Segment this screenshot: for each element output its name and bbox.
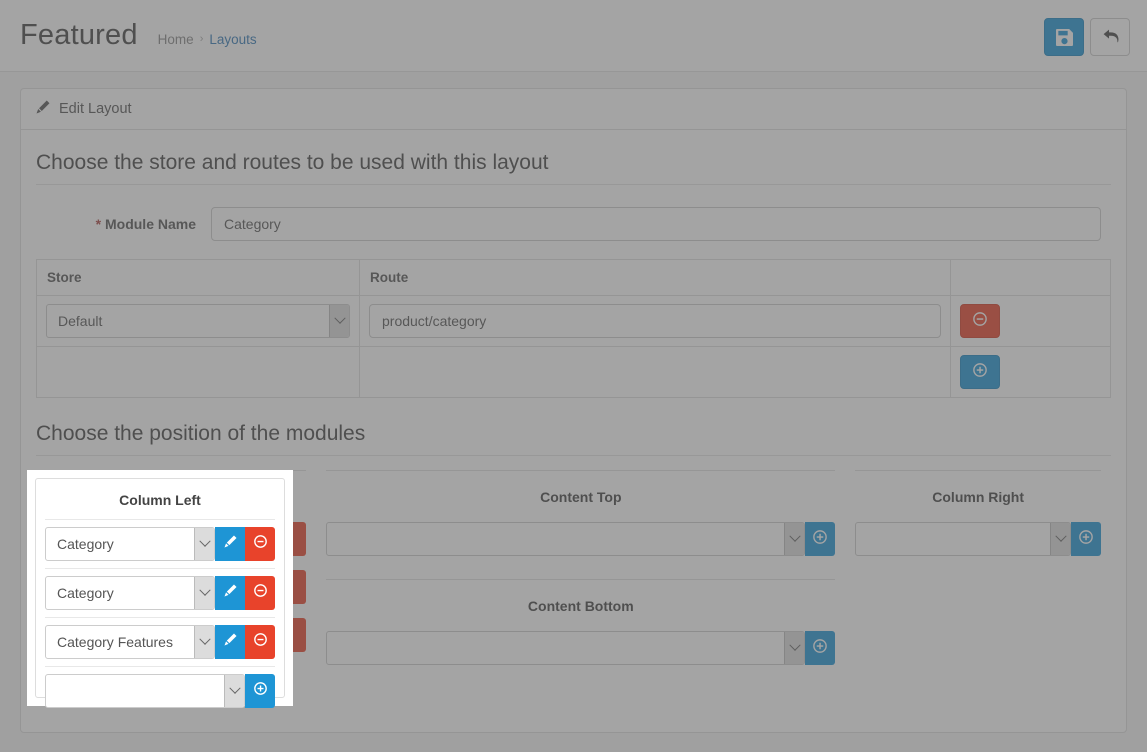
store-section-legend: Choose the store and routes to be used w… [36, 151, 1111, 185]
minus-circle-icon [253, 633, 267, 651]
minus-circle-icon [973, 311, 987, 331]
content-top-select-value [327, 523, 784, 555]
content-top-title: Content Top [326, 470, 836, 515]
column-left-widget: Column Left Category Category Category F… [35, 478, 285, 708]
routes-table-header-row: Store Route [36, 259, 1111, 296]
list-item-add [326, 624, 836, 672]
column-right-title: Column Right [855, 470, 1101, 515]
plus-circle-icon [253, 682, 267, 700]
route-input[interactable] [369, 304, 941, 338]
list-item-add [45, 666, 275, 715]
position-column-right: Column Right [845, 470, 1111, 672]
routes-add-cell [950, 346, 1111, 398]
module-select-3[interactable]: Category Features [45, 625, 215, 659]
module-name-label-text: Module Name [104, 216, 196, 232]
header-actions [1044, 18, 1130, 56]
list-item-add [326, 515, 836, 563]
chevron-down-icon [784, 632, 805, 664]
reply-arrow-icon [1102, 29, 1119, 46]
module-select-1-value: Category [57, 536, 114, 552]
floppy-disk-icon [1055, 28, 1073, 46]
module-select-2-value: Category [57, 585, 114, 601]
table-row: Default [36, 295, 1111, 347]
list-item: Category [45, 519, 275, 568]
add-module-button[interactable] [245, 674, 275, 708]
chevron-down-icon [1050, 523, 1070, 555]
plus-circle-icon [1079, 529, 1093, 549]
chevron-down-icon [194, 528, 214, 560]
pencil-icon [36, 100, 50, 118]
column-right-select-value [856, 523, 1050, 555]
remove-module-button-3[interactable] [245, 625, 275, 659]
edit-module-button-2[interactable] [215, 576, 245, 610]
list-item: Category Features [45, 617, 275, 666]
column-left-title-highlighted: Column Left [119, 492, 201, 508]
routes-add-spacer-store [36, 346, 360, 398]
plus-circle-icon [973, 362, 987, 382]
breadcrumb-separator-icon: › [199, 33, 204, 45]
breadcrumb: Home › Layouts [158, 25, 257, 47]
routes-col-actions [950, 259, 1111, 296]
remove-route-button[interactable] [960, 304, 1000, 338]
minus-circle-icon [253, 584, 267, 602]
routes-cell-actions [950, 295, 1111, 347]
chevron-down-icon [194, 626, 214, 658]
edit-module-button-1[interactable] [215, 527, 245, 561]
page-title: Featured [20, 19, 138, 51]
add-module-button[interactable] [805, 522, 836, 556]
table-row-add [36, 346, 1111, 398]
add-module-button[interactable] [805, 631, 836, 665]
add-route-button[interactable] [960, 355, 1000, 389]
add-module-select[interactable] [45, 674, 245, 708]
store-select[interactable]: Default [46, 304, 350, 338]
module-select-2[interactable]: Category [45, 576, 215, 610]
module-select-3-value: Category Features [57, 634, 173, 650]
remove-module-button-1[interactable] [245, 527, 275, 561]
routes-cell-store: Default [36, 295, 360, 347]
back-button[interactable] [1090, 18, 1130, 56]
chevron-down-icon [194, 577, 214, 609]
chevron-down-icon [784, 523, 805, 555]
plus-circle-icon [813, 638, 828, 658]
list-item: Category [45, 568, 275, 617]
minus-circle-icon [253, 535, 267, 553]
position-column-content: Content Top Content Bottom [316, 470, 845, 672]
module-name-label: * Module Name [36, 216, 211, 232]
module-name-group: * Module Name [36, 207, 1111, 241]
pencil-icon [223, 633, 237, 651]
routes-table: Store Route Default [36, 259, 1111, 398]
page-root: Featured Home › Layouts Edit Layout Choo… [0, 0, 1147, 752]
content-bottom-select[interactable] [326, 631, 806, 665]
required-marker: * [95, 216, 102, 232]
remove-module-button-2[interactable] [245, 576, 275, 610]
edit-module-button-3[interactable] [215, 625, 245, 659]
routes-add-spacer-route [359, 346, 951, 398]
pencil-icon [223, 535, 237, 553]
content-bottom-select-value [327, 632, 784, 664]
list-item-add [855, 515, 1101, 563]
add-module-button[interactable] [1071, 522, 1101, 556]
column-right-select[interactable] [855, 522, 1071, 556]
routes-col-route: Route [359, 259, 951, 296]
panel-heading-label: Edit Layout [59, 101, 132, 117]
store-select-value: Default [58, 313, 103, 329]
panel-heading: Edit Layout [21, 89, 1126, 130]
highlighted-column-left: Column Left Category Category Category F… [27, 470, 293, 708]
position-section-legend: Choose the position of the modules [36, 422, 1111, 456]
breadcrumb-item-layouts[interactable]: Layouts [209, 32, 256, 47]
content-top-select[interactable] [326, 522, 806, 556]
breadcrumb-item-home[interactable]: Home [158, 32, 194, 47]
plus-circle-icon [813, 529, 828, 549]
chevron-down-icon [329, 305, 349, 337]
chevron-down-icon [224, 675, 244, 707]
module-name-input[interactable] [211, 207, 1101, 241]
pencil-icon [223, 584, 237, 602]
routes-cell-route [359, 295, 951, 347]
routes-col-store: Store [36, 259, 360, 296]
save-button[interactable] [1044, 18, 1084, 56]
page-header: Featured Home › Layouts [0, 0, 1147, 72]
content-bottom-title: Content Bottom [326, 579, 836, 624]
module-select-1[interactable]: Category [45, 527, 215, 561]
add-module-select-value [46, 675, 224, 707]
